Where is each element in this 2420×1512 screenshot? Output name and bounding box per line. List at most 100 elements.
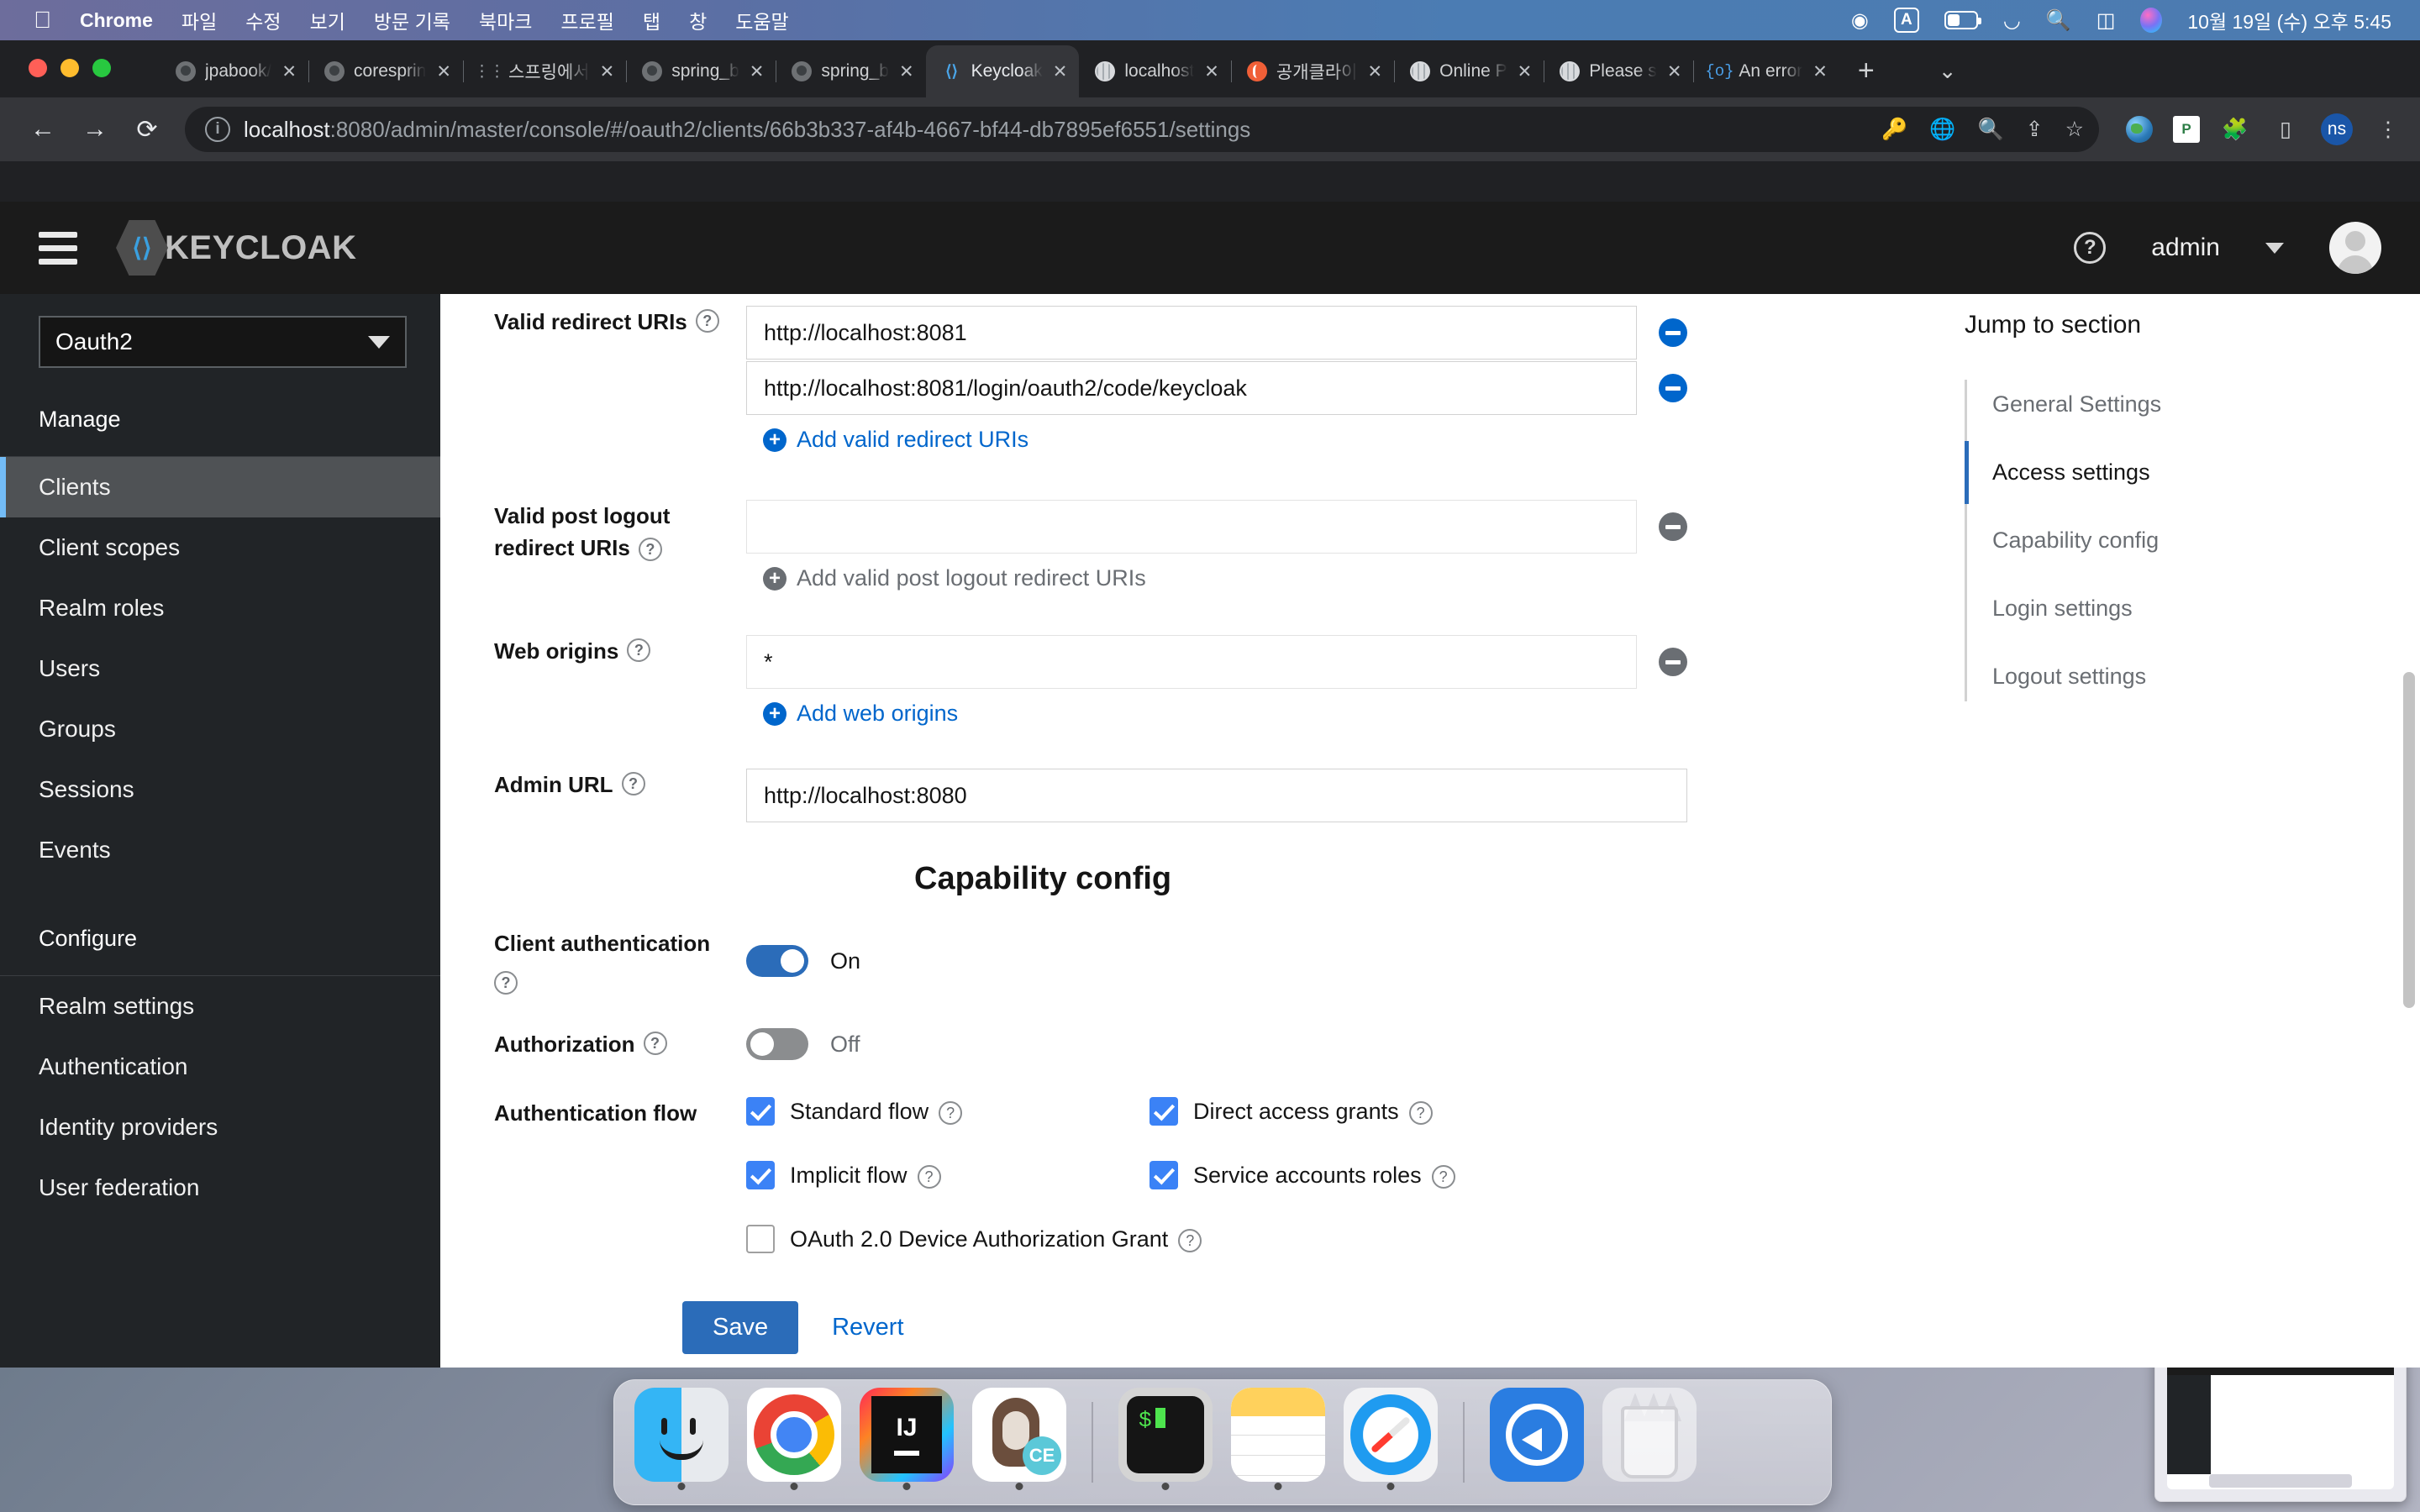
back-button[interactable]: ←: [17, 115, 69, 144]
browser-tab[interactable]: 공개클라이 ✕: [1230, 45, 1394, 97]
help-circle-icon[interactable]: ?: [917, 1165, 941, 1189]
menu-app-name[interactable]: Chrome: [80, 9, 153, 32]
control-center-icon[interactable]: ◫: [2096, 8, 2116, 33]
checkbox-icon[interactable]: [1150, 1161, 1178, 1189]
help-circle-icon[interactable]: ?: [1178, 1229, 1202, 1252]
close-tab-icon[interactable]: ✕: [1053, 61, 1068, 82]
help-circle-icon[interactable]: ?: [2074, 232, 2107, 264]
web-origins-input[interactable]: *: [746, 635, 1637, 689]
close-tab-icon[interactable]: ✕: [1812, 61, 1828, 82]
revert-button[interactable]: Revert: [832, 1314, 903, 1341]
sidebar-item-users[interactable]: Users: [0, 638, 440, 699]
maximize-window-button[interactable]: [92, 59, 111, 77]
intellij-idea-icon[interactable]: IJ: [860, 1388, 954, 1482]
dock-item-safari[interactable]: [1344, 1388, 1438, 1497]
jump-item-login-settings[interactable]: Login settings: [1967, 584, 2420, 633]
sidebar-item-events[interactable]: Events: [0, 820, 440, 880]
help-circle-icon[interactable]: ?: [695, 309, 719, 333]
paper-extension-icon[interactable]: P: [2173, 116, 2200, 143]
sidebar-item-identity-providers[interactable]: Identity providers: [0, 1097, 440, 1158]
close-tab-icon[interactable]: ✕: [436, 61, 451, 82]
dock-item-chrome[interactable]: [747, 1388, 841, 1497]
checkbox-icon[interactable]: [1150, 1097, 1178, 1126]
remove-post-logout-uri-button[interactable]: [1659, 512, 1687, 541]
menu-item-window[interactable]: 창: [689, 6, 707, 34]
input-source-icon[interactable]: A: [1893, 8, 1919, 33]
help-circle-icon[interactable]: ?: [939, 1101, 963, 1125]
menu-item-file[interactable]: 파일: [182, 6, 217, 34]
checkbox-implicit-flow[interactable]: Implicit flow ?: [746, 1161, 1065, 1189]
hamburger-icon[interactable]: [39, 231, 77, 265]
browser-tab[interactable]: spring_b ✕: [776, 45, 925, 97]
notes-icon[interactable]: [1231, 1388, 1325, 1482]
help-circle-icon[interactable]: ?: [638, 538, 662, 561]
dock-item-ce[interactable]: CE: [972, 1388, 1066, 1497]
chrome-icon[interactable]: [747, 1388, 841, 1482]
checkbox-icon[interactable]: [746, 1225, 775, 1253]
dock-item-notes[interactable]: [1231, 1388, 1325, 1497]
checkbox-icon[interactable]: [746, 1097, 775, 1126]
sidebar-item-groups[interactable]: Groups: [0, 699, 440, 759]
terminal-icon[interactable]: $: [1118, 1388, 1213, 1482]
siri-icon[interactable]: [2140, 8, 2163, 33]
add-web-origins-button[interactable]: + Add web origins: [746, 701, 1687, 727]
menu-item-help[interactable]: 도움말: [735, 6, 788, 34]
admin-url-input[interactable]: http://localhost:8080: [746, 769, 1687, 822]
browser-tab-active[interactable]: ⟨⟩ Keycloak ✕: [925, 45, 1080, 97]
profile-ns-icon[interactable]: ns: [2321, 113, 2353, 145]
client-authentication-toggle[interactable]: [746, 945, 808, 977]
checkbox-service-accounts-roles[interactable]: Service accounts roles ?: [1150, 1161, 1455, 1189]
menu-item-tab[interactable]: 탭: [643, 6, 660, 34]
help-circle-icon[interactable]: ?: [643, 1032, 667, 1055]
vpn-icon[interactable]: ◉: [1851, 8, 1869, 33]
ce-otter-icon[interactable]: CE: [972, 1388, 1066, 1482]
site-info-icon[interactable]: i: [205, 117, 230, 142]
translate-icon[interactable]: 🌐: [1929, 118, 1955, 142]
redirect-uri-input-2[interactable]: http://localhost:8081/login/oauth2/code/…: [746, 361, 1637, 415]
browser-tab[interactable]: Please s ✕: [1544, 45, 1693, 97]
browser-tab[interactable]: localhost ✕: [1079, 45, 1231, 97]
zoom-out-icon[interactable]: 🔍: [1977, 118, 2003, 142]
chrome-menu-icon[interactable]: ⋮: [2373, 114, 2403, 144]
sidebar-item-user-federation[interactable]: User federation: [0, 1158, 440, 1218]
chevron-down-icon[interactable]: [2265, 242, 2284, 254]
help-circle-icon[interactable]: ?: [1431, 1165, 1455, 1189]
sidebar-item-clients[interactable]: Clients: [0, 457, 440, 517]
remove-redirect-uri-button-1[interactable]: [1659, 318, 1687, 347]
earth-extension-icon[interactable]: [2126, 116, 2153, 143]
user-name-label[interactable]: admin: [2151, 234, 2220, 262]
close-tab-icon[interactable]: ✕: [899, 61, 914, 82]
sidepanel-icon[interactable]: ▯: [2270, 114, 2301, 144]
help-circle-icon[interactable]: ?: [627, 638, 651, 662]
screenshot-thumbnail-preview[interactable]: [2154, 1368, 2407, 1502]
reload-button[interactable]: ⟳: [121, 115, 173, 144]
help-circle-icon[interactable]: ?: [1408, 1101, 1433, 1125]
jump-item-general-settings[interactable]: General Settings: [1967, 380, 2420, 429]
browser-tab[interactable]: spring_b ✕: [626, 45, 776, 97]
window-traffic-lights[interactable]: [29, 59, 111, 77]
safari-icon[interactable]: [1344, 1388, 1438, 1482]
search-icon[interactable]: 🔍: [2046, 8, 2071, 33]
bookmark-star-icon[interactable]: ☆: [2065, 117, 2084, 142]
dock-item-terminal[interactable]: $: [1118, 1388, 1213, 1497]
puzzle-extensions-icon[interactable]: 🧩: [2220, 114, 2250, 144]
save-button[interactable]: Save: [682, 1300, 799, 1354]
browser-tab[interactable]: Online P ✕: [1394, 45, 1544, 97]
address-bar[interactable]: i localhost:8080/admin/master/console/#/…: [185, 107, 2099, 152]
share-icon[interactable]: ⇪: [2026, 117, 2044, 142]
redirect-uri-input-1[interactable]: http://localhost:8081: [746, 306, 1637, 360]
sidebar-item-client-scopes[interactable]: Client scopes: [0, 517, 440, 578]
browser-tab[interactable]: {o} An error ✕: [1693, 45, 1839, 97]
post-logout-redirect-uri-input[interactable]: [746, 500, 1637, 554]
new-tab-button[interactable]: +: [1858, 55, 1875, 87]
page-scrollbar[interactable]: [2403, 672, 2415, 1008]
user-avatar-icon[interactable]: [2329, 222, 2381, 274]
sidebar-item-realm-settings[interactable]: Realm settings: [0, 976, 440, 1037]
remove-web-origin-button[interactable]: [1659, 648, 1687, 676]
close-tab-icon[interactable]: ✕: [281, 61, 297, 82]
system-preferences-icon[interactable]: [1490, 1388, 1584, 1482]
menu-item-bookmarks[interactable]: 북마크: [479, 6, 532, 34]
sidebar-item-authentication[interactable]: Authentication: [0, 1037, 440, 1097]
browser-tab[interactable]: ⋮⋮ 스프링에서 ✕: [463, 45, 626, 97]
battery-icon[interactable]: [1944, 11, 1981, 29]
